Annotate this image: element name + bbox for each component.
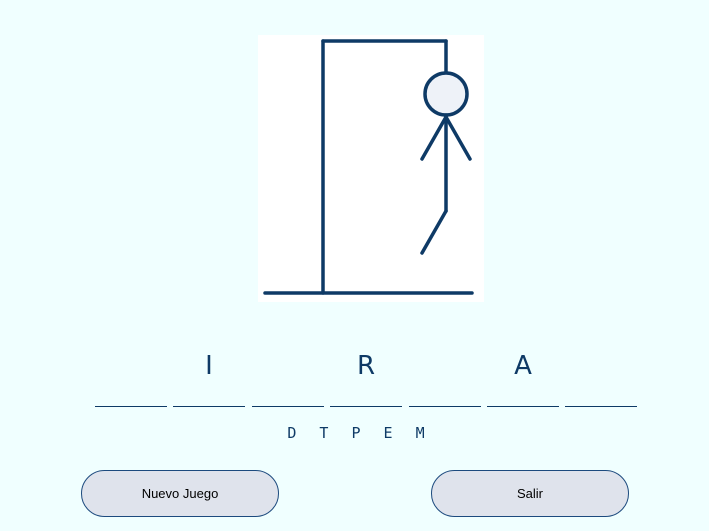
letter-slot xyxy=(565,340,637,407)
wrong-letters: D T P E M xyxy=(0,424,709,442)
hangman-right-arm xyxy=(444,115,472,161)
slot-underline xyxy=(487,406,559,407)
letter-slot xyxy=(409,340,481,407)
slot-underline xyxy=(330,406,402,407)
wrong-letter: M xyxy=(415,424,432,442)
wrong-letter: T xyxy=(319,424,336,442)
slot-letter: A xyxy=(514,351,532,381)
slot-letter: I xyxy=(205,351,213,381)
slot-underline xyxy=(565,406,637,407)
wrong-letter: P xyxy=(351,424,368,442)
slot-letter: R xyxy=(356,351,376,381)
hangman-drawing xyxy=(263,39,474,295)
letter-slot xyxy=(95,340,167,407)
hangman-head xyxy=(423,71,469,117)
hangman-left-arm xyxy=(420,115,448,161)
exit-button[interactable]: Salir xyxy=(431,470,629,517)
slot-underline xyxy=(252,406,324,407)
letter-slot: R xyxy=(330,340,402,407)
letter-slot: A xyxy=(487,340,559,407)
slot-underline xyxy=(173,406,245,407)
letter-slot xyxy=(252,340,324,407)
wrong-letter: D xyxy=(287,424,304,442)
new-game-button[interactable]: Nuevo Juego xyxy=(81,470,279,517)
hangman-drawing-panel xyxy=(258,35,484,302)
slot-underline xyxy=(95,406,167,407)
letter-slot: I xyxy=(173,340,245,407)
slot-underline xyxy=(409,406,481,407)
word-slots: I R A xyxy=(95,340,640,410)
wrong-letter: E xyxy=(383,424,400,442)
hangman-left-leg xyxy=(420,209,448,255)
